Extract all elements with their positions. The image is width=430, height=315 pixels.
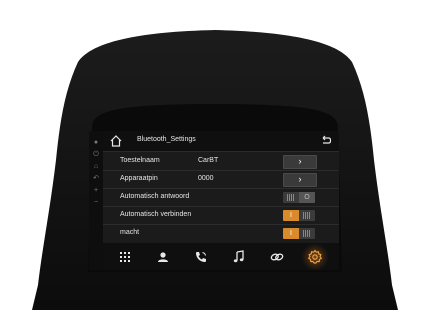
nav-contacts-button[interactable] xyxy=(155,249,171,265)
home-button[interactable] xyxy=(109,134,123,148)
power-icon[interactable]: ⏻ xyxy=(92,151,100,159)
settings-gear-icon xyxy=(307,249,323,264)
auto-connect-toggle[interactable]: I xyxy=(283,210,315,221)
toggle-on-mark: I xyxy=(290,212,292,219)
return-arrow-icon xyxy=(322,135,332,144)
nav-settings-button[interactable] xyxy=(301,243,329,270)
nav-link-button[interactable] xyxy=(269,249,285,265)
settings-list: Toestelnaam CarBT › Apparaatpin 0000 › A… xyxy=(103,153,339,242)
toggle-grip xyxy=(287,194,295,201)
back-icon[interactable]: ↶ xyxy=(92,175,100,183)
setting-row-auto-connect[interactable]: Automatisch verbinden I xyxy=(103,207,339,225)
setting-row-auto-answer[interactable]: Automatisch antwoord O xyxy=(103,189,339,207)
chevron-right-icon: › xyxy=(298,174,302,184)
auto-answer-toggle[interactable]: O xyxy=(283,192,315,203)
hardware-button-rail: ● ⏻ ⌂ ↶ + − xyxy=(89,131,103,270)
volume-up-icon[interactable]: + xyxy=(92,187,100,195)
volume-down-icon[interactable]: − xyxy=(92,199,100,207)
music-icon xyxy=(233,250,244,263)
chevron-right-icon: › xyxy=(298,156,302,166)
setting-value: CarBT xyxy=(198,157,219,164)
toggle-grip xyxy=(303,212,311,219)
contacts-icon xyxy=(158,252,168,262)
nav-apps-button[interactable] xyxy=(117,249,133,265)
setting-label: Apparaatpin xyxy=(120,175,158,182)
setting-row-device-name[interactable]: Toestelnaam CarBT › xyxy=(103,153,339,171)
setting-value: 0000 xyxy=(198,175,214,182)
home-icon xyxy=(110,135,122,147)
setting-label: Automatisch antwoord xyxy=(120,193,190,200)
toggle-grip xyxy=(303,230,311,237)
home-icon[interactable]: ⌂ xyxy=(92,163,100,171)
page-title: Bluetooth_Settings xyxy=(137,136,196,143)
car-head-unit: ● ⏻ ⌂ ↶ + − Bluetooth_Settings Toestelna… xyxy=(0,0,430,310)
setting-label: macht xyxy=(120,229,140,236)
edit-arrow-button[interactable]: › xyxy=(283,155,317,169)
infotainment-screen: ● ⏻ ⌂ ↶ + − Bluetooth_Settings Toestelna… xyxy=(89,131,339,270)
toggle-off-mark: O xyxy=(304,194,310,201)
setting-row-device-pin[interactable]: Apparaatpin 0000 › xyxy=(103,171,339,189)
setting-row-power[interactable]: macht I xyxy=(103,225,339,242)
apps-grid-icon xyxy=(120,252,130,262)
setting-label: Automatisch verbinden xyxy=(120,211,192,218)
bottom-nav-bar xyxy=(103,243,339,270)
setting-label: Toestelnaam xyxy=(120,157,160,164)
power-toggle[interactable]: I xyxy=(283,228,315,239)
edit-arrow-button[interactable]: › xyxy=(283,173,317,187)
nav-music-button[interactable] xyxy=(231,249,247,265)
link-icon xyxy=(270,253,284,261)
mic-icon[interactable]: ● xyxy=(92,139,100,147)
back-button[interactable] xyxy=(319,134,333,148)
toggle-on-mark: I xyxy=(290,230,292,237)
title-bar: Bluetooth_Settings xyxy=(103,131,339,152)
phone-icon xyxy=(196,252,206,262)
nav-phone-button[interactable] xyxy=(193,249,209,265)
